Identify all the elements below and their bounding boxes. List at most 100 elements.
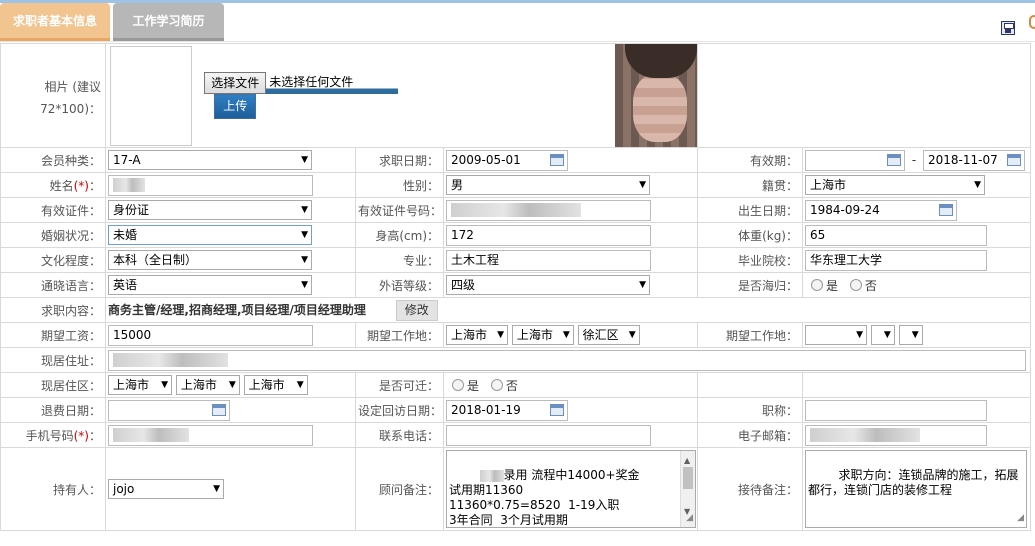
redacted-text <box>810 428 920 442</box>
language-label: 通晓语言： <box>0 272 106 298</box>
language-level-select[interactable]: 四级 ▼ <box>446 275 650 295</box>
calendar-icon[interactable] <box>550 403 564 416</box>
chevron-down-icon: ▼ <box>301 155 308 165</box>
modify-button[interactable]: 修改 <box>395 299 438 321</box>
title-input[interactable] <box>805 399 987 421</box>
scroll-up-icon[interactable]: ▲ <box>684 453 690 468</box>
calendar-icon[interactable] <box>887 153 901 166</box>
redacted-text <box>113 428 189 442</box>
tab-resume[interactable]: 工作学习简历 <box>113 3 224 41</box>
applicant-photo <box>614 44 697 147</box>
scroll-thumb[interactable] <box>683 467 693 489</box>
relocate-yes-radio[interactable] <box>452 379 464 391</box>
residence-label: 现居住区： <box>0 372 106 398</box>
id-type-select[interactable]: 身份证 ▼ <box>108 200 312 220</box>
residence-province-select[interactable]: 上海市 ▼ <box>108 375 172 395</box>
reception-note-textarea[interactable]: 求职方向：连锁品牌的施工，拓展都行，连锁门店的装修工程 ◢ <box>805 450 1027 528</box>
address-input[interactable] <box>108 349 1026 371</box>
member-type-label: 会员种类： <box>0 147 106 173</box>
calendar-icon[interactable] <box>1007 153 1021 166</box>
title-label: 职称： <box>697 397 803 423</box>
chevron-down-icon: ▼ <box>161 380 168 390</box>
chevron-down-icon: ▼ <box>856 330 863 340</box>
chevron-down-icon: ▼ <box>974 180 981 190</box>
id-number-input[interactable] <box>446 199 651 221</box>
residence-district-select[interactable]: 上海市 ▼ <box>243 375 308 395</box>
redacted-text <box>479 469 504 482</box>
birth-date-input[interactable]: 1984-09-24 <box>805 199 957 221</box>
email-input[interactable] <box>805 424 987 446</box>
range-separator: - <box>911 152 917 167</box>
chevron-down-icon: ▼ <box>296 380 304 390</box>
address-label: 现居住址： <box>0 347 106 373</box>
expected-district-select[interactable]: 徐汇区 ▼ <box>577 325 640 345</box>
owner-label: 持有人： <box>0 447 106 531</box>
weight-label: 体重(kg)： <box>697 222 803 248</box>
relocate-no-radio[interactable] <box>490 379 503 391</box>
weight-input[interactable]: 65 <box>805 224 987 246</box>
expected-salary-input[interactable]: 15000 <box>108 324 313 346</box>
resize-grip-icon[interactable]: ◢ <box>1017 511 1024 526</box>
chevron-down-icon: ▼ <box>301 255 308 265</box>
revisit-date-input[interactable]: 2018-01-19 <box>446 399 568 421</box>
consultant-note-label: 顾问备注： <box>355 447 444 531</box>
chevron-down-icon: ▼ <box>911 330 919 340</box>
calendar-icon[interactable] <box>550 153 564 166</box>
expected-salary-label: 期望工资： <box>0 322 106 348</box>
expected2-city-select[interactable]: ▼ <box>870 325 895 345</box>
phone-input[interactable] <box>446 424 651 446</box>
returnee-no-radio[interactable] <box>849 279 862 291</box>
refund-date-input[interactable] <box>108 399 230 421</box>
major-input[interactable]: 土木工程 <box>446 249 651 271</box>
job-content-value: 商务主管/经理,招商经理,项目经理/项目经理助理 <box>108 302 366 317</box>
choose-file-button[interactable]: 选择文件 <box>204 72 267 94</box>
native-place-select[interactable]: 上海市 ▼ <box>805 175 985 195</box>
calendar-icon[interactable] <box>939 203 953 216</box>
relocate-no-label: 否 <box>505 378 518 393</box>
job-date-label: 求职日期： <box>355 147 444 173</box>
gender-select[interactable]: 男 ▼ <box>446 175 650 195</box>
valid-from-input[interactable] <box>805 149 905 171</box>
residence-city-select[interactable]: 上海市 ▼ <box>175 375 240 395</box>
height-input[interactable]: 172 <box>446 224 651 246</box>
language-select[interactable]: 英语 ▼ <box>108 275 312 295</box>
member-type-select[interactable]: 17-A ▼ <box>108 150 312 170</box>
mobile-input[interactable] <box>108 424 313 446</box>
chevron-down-icon: ▼ <box>301 280 308 290</box>
help-icon[interactable] <box>1029 15 1035 29</box>
job-date-input[interactable]: 2009-05-01 <box>446 149 568 171</box>
returnee-yes-radio[interactable] <box>811 279 823 291</box>
education-label: 文化程度： <box>0 247 106 273</box>
revisit-date-label: 设定回访日期： <box>355 397 444 423</box>
expected2-district-select[interactable]: ▼ <box>898 325 923 345</box>
expected-province-select[interactable]: 上海市 ▼ <box>446 325 508 345</box>
name-input[interactable] <box>108 174 313 196</box>
marital-label: 婚姻状况： <box>0 222 106 248</box>
tab-basic-info[interactable]: 求职者基本信息 <box>0 3 110 41</box>
consultant-note-textarea[interactable]: 录用 流程中14000+奖金 试用期11360 11360*0.75=8520 … <box>446 450 696 528</box>
chevron-down-icon: ▼ <box>301 230 308 240</box>
name-label: 姓名(*)： <box>0 172 106 198</box>
owner-select[interactable]: jojo ▼ <box>108 479 224 499</box>
refund-date-label: 退费日期： <box>0 397 106 423</box>
major-label: 专业： <box>355 247 444 273</box>
redacted-text <box>451 203 581 217</box>
chevron-down-icon: ▼ <box>628 330 636 340</box>
relocate-label: 是否可迁： <box>355 372 444 398</box>
returnee-yes-label: 是 <box>826 278 839 293</box>
education-select[interactable]: 本科（全日制） ▼ <box>108 250 312 270</box>
resize-grip-icon[interactable]: ◢ <box>686 511 693 526</box>
save-icon[interactable] <box>1001 21 1015 35</box>
expected2-province-select[interactable]: ▼ <box>805 325 867 345</box>
calendar-icon[interactable] <box>212 403 226 416</box>
marital-select[interactable]: 未婚 ▼ <box>108 225 312 245</box>
valid-to-input[interactable]: 2018-11-07 <box>923 149 1025 171</box>
gender-label: 性别： <box>355 172 444 198</box>
redacted-text <box>113 353 228 367</box>
job-content-label: 求职内容： <box>0 297 106 323</box>
school-input[interactable]: 华东理工大学 <box>805 249 987 271</box>
expected-city-select[interactable]: 上海市 ▼ <box>511 325 574 345</box>
chevron-down-icon: ▼ <box>497 330 504 340</box>
upload-button[interactable]: 上传 <box>214 94 257 119</box>
chevron-down-icon: ▼ <box>228 380 236 390</box>
